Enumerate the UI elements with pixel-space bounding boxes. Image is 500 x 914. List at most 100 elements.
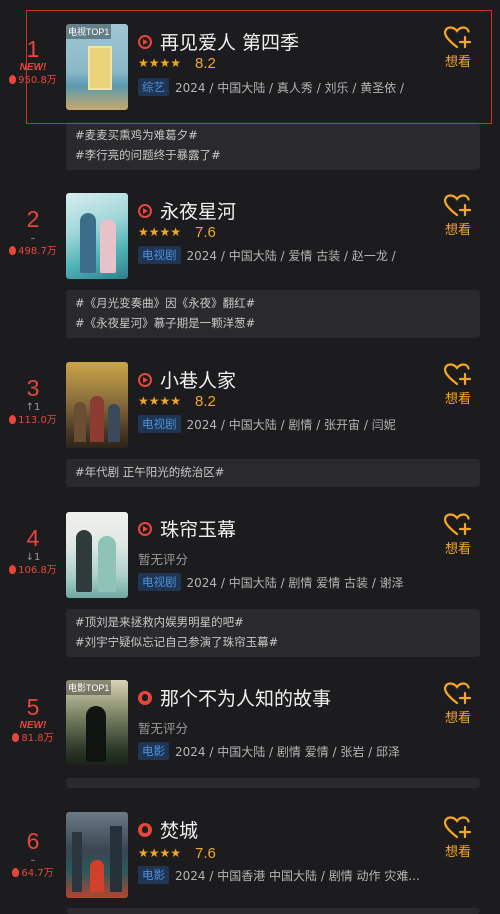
topic-box: #麦麦买熏鸡为难葛夕# #李行亮的问题终于暴露了#: [66, 122, 480, 170]
flame-icon: [12, 733, 20, 742]
meta-info: 2024 / 中国大陆 / 剧情 爱情 古装 / 谢泽: [186, 575, 404, 590]
poster-building: [110, 826, 122, 892]
fire-circle-icon: [138, 690, 152, 705]
title-row[interactable]: 焚城: [138, 816, 198, 843]
want-to-watch-button[interactable]: 想看: [438, 682, 478, 726]
meta-info: 2024 / 中国大陆 / 剧情 / 张开宙 / 闫妮: [186, 417, 396, 432]
star-rating: ★★★★: [138, 394, 182, 408]
want-to-watch-button[interactable]: 想看: [438, 816, 478, 860]
rating: ★★★★ 7.6: [138, 223, 216, 241]
topic-link[interactable]: #麦麦买熏鸡为难葛夕#: [75, 125, 471, 145]
poster-image[interactable]: 电影TOP1: [66, 680, 128, 766]
topic-link[interactable]: #顶刘是来拯救内娱男明星的吧#: [75, 612, 471, 632]
show-title: 那个不为人知的故事: [160, 688, 332, 710]
poster-image[interactable]: [66, 193, 128, 279]
poster-image[interactable]: [66, 812, 128, 898]
rank-trend: ↑1: [25, 402, 41, 413]
show-title: 小巷人家: [160, 370, 237, 392]
flame-icon: [12, 868, 20, 877]
score: 7.6: [195, 844, 216, 862]
score: 8.2: [195, 392, 216, 410]
heart-plus-icon: [444, 816, 472, 839]
title-row[interactable]: 珠帘玉幕: [138, 515, 236, 542]
poster-image[interactable]: [66, 512, 128, 598]
play-circle-icon: [138, 521, 152, 536]
no-rating: 暂无评分: [138, 720, 189, 736]
poster-image[interactable]: [66, 362, 128, 448]
topic-box: [66, 778, 480, 788]
flame-icon: [9, 246, 17, 255]
rank-number: 5: [26, 694, 40, 720]
show-title: 珠帘玉幕: [160, 519, 237, 541]
meta-info: 2024 / 中国大陆 / 爱情 古装 / 赵一龙 /: [186, 248, 396, 263]
topic-box: [66, 908, 480, 914]
meta-row: 电影 2024 / 中国大陆 / 剧情 爱情 / 张岩 / 邱泽: [138, 742, 432, 760]
score: 7.6: [195, 223, 216, 241]
poster-figure: [100, 219, 116, 273]
heart-plus-icon: [444, 682, 472, 705]
want-to-watch-button[interactable]: 想看: [438, 363, 478, 407]
rank-column: 6 – 64.7万: [0, 828, 66, 881]
fire-circle-icon: [138, 822, 152, 837]
rank-number: 4: [26, 525, 40, 551]
rank-trend: –: [30, 855, 36, 866]
rank-column: 5 NEW! 81.8万: [0, 694, 66, 746]
want-to-watch-button[interactable]: 想看: [438, 194, 478, 238]
rank-column: 2 – 498.7万: [0, 206, 66, 259]
new-badge: NEW!: [19, 720, 47, 731]
title-row[interactable]: 那个不为人知的故事: [138, 684, 331, 711]
rank-column: 4 ↓1 106.8万: [0, 525, 66, 578]
poster-figure: [74, 402, 86, 442]
meta-row: 电视剧 2024 / 中国大陆 / 剧情 爱情 古装 / 谢泽: [138, 573, 432, 591]
poster-figure: [98, 536, 116, 592]
topic-box: #《月光变奏曲》因《永夜》翻红# #《永夜星河》慕子期是一颗洋葱#: [66, 290, 480, 338]
rating: ★★★★ 7.6: [138, 844, 216, 862]
flame-icon: [9, 75, 17, 84]
want-label: 想看: [444, 392, 471, 407]
flame-icon: [9, 415, 17, 424]
poster-tag: 电影TOP1: [66, 680, 112, 695]
show-title: 焚城: [160, 820, 199, 842]
poster-figure: [86, 706, 106, 762]
rank-trend: –: [30, 233, 36, 244]
genre-badge: 电视剧: [138, 415, 181, 433]
show-title: 永夜星河: [160, 201, 237, 223]
want-label: 想看: [444, 223, 471, 238]
star-rating: ★★★★: [138, 225, 182, 239]
want-to-watch-button[interactable]: 想看: [438, 513, 478, 557]
heat-value: 81.8万: [0, 732, 66, 746]
heat-value: 64.7万: [0, 867, 66, 881]
rating: ★★★★ 8.2: [138, 392, 216, 410]
rank-number: 2: [26, 206, 40, 232]
rank-number: 3: [26, 375, 40, 401]
meta-row: 电影 2024 / 中国香港 中国大陆 / 剧情 动作 灾难...: [138, 866, 432, 884]
heat-value: 106.8万: [0, 564, 66, 578]
topic-link[interactable]: #《永夜星河》慕子期是一颗洋葱#: [75, 313, 471, 333]
poster-figure: [80, 213, 96, 273]
topic-link[interactable]: #《月光变奏曲》因《永夜》翻红#: [75, 293, 471, 313]
title-row[interactable]: 小巷人家: [138, 366, 236, 393]
want-label: 想看: [444, 542, 471, 557]
topic-box: #年代剧 正午阳光的统治区#: [66, 459, 480, 487]
topic-link[interactable]: #年代剧 正午阳光的统治区#: [75, 462, 471, 482]
poster-building: [72, 832, 82, 892]
play-circle-icon: [138, 372, 152, 387]
rating: 暂无评分: [138, 719, 189, 736]
rank-trend: ↓1: [25, 552, 41, 563]
poster-figure: [108, 404, 120, 442]
want-label: 想看: [444, 711, 471, 726]
topic-link[interactable]: #刘宇宁疑似忘记自己参演了珠帘玉幕#: [75, 632, 471, 652]
title-row[interactable]: 永夜星河: [138, 197, 236, 224]
heart-plus-icon: [444, 513, 472, 536]
flame-icon: [9, 565, 17, 574]
poster-figure: [90, 860, 104, 892]
meta-row: 电视剧 2024 / 中国大陆 / 爱情 古装 / 赵一龙 /: [138, 246, 432, 264]
highlight-box: [26, 10, 492, 124]
topic-link[interactable]: #李行亮的问题终于暴露了#: [75, 145, 471, 165]
heart-plus-icon: [444, 363, 472, 386]
rating: 暂无评分: [138, 550, 188, 567]
genre-badge: 电视剧: [138, 246, 181, 264]
heart-plus-icon: [444, 194, 472, 217]
play-circle-icon: [138, 203, 152, 218]
want-label: 想看: [444, 845, 471, 860]
